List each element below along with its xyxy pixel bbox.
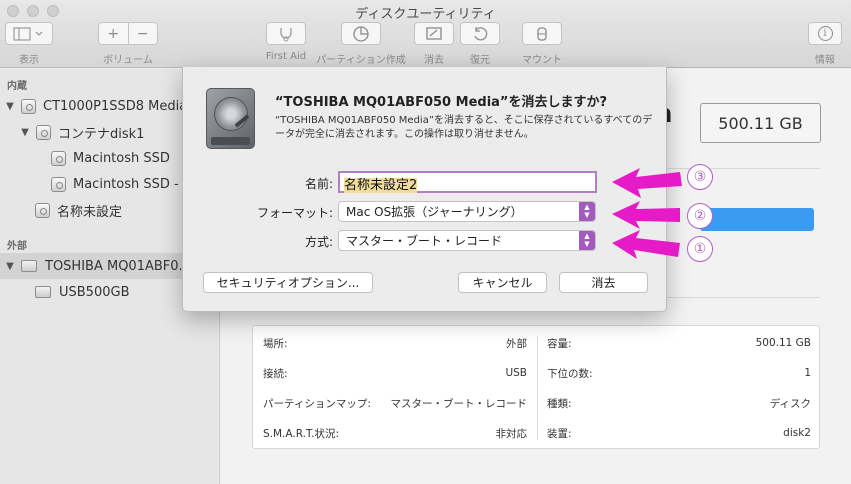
disclosure-triangle-icon[interactable]: ▼	[3, 261, 17, 272]
info-value: マスター・ブート・レコード	[390, 397, 528, 410]
info-key: 装置:	[547, 427, 572, 440]
first-aid-button[interactable]	[266, 22, 306, 45]
info-row: 接続: USB	[263, 358, 527, 388]
internal-section-header: 内蔵	[7, 81, 27, 92]
info-key: 種類:	[547, 397, 572, 410]
sidebar-item-label: CT1000P1SSD8 Media	[43, 98, 188, 114]
volume-button-group: + −	[98, 22, 158, 45]
annotation-number-1: ①	[687, 236, 713, 262]
external-section-header: 外部	[7, 241, 27, 252]
annotation-number-3: ③	[687, 164, 713, 190]
window-title: ディスクユーティリティ	[355, 7, 496, 22]
external-volume-icon	[35, 286, 51, 298]
disclosure-triangle-icon[interactable]: ▼	[18, 127, 32, 138]
add-volume-button[interactable]: +	[99, 26, 128, 42]
dialog-message: “TOSHIBA MQ01ABF050 Media”を消去すると、そこに保存され…	[275, 115, 653, 140]
name-value: 名称未設定2	[344, 178, 418, 193]
partition-label: パーティション作成	[316, 55, 406, 66]
volume-disk-icon	[51, 176, 66, 192]
volume-label: ボリューム	[103, 55, 153, 66]
info-key: S.M.A.R.T.状況:	[263, 427, 340, 440]
cancel-button[interactable]: キャンセル	[458, 272, 547, 293]
capacity-box: 500.11 GB	[700, 103, 821, 143]
restore-arrow-icon	[474, 26, 488, 40]
scheme-label: 方式:	[304, 235, 333, 249]
scheme-select[interactable]: マスター・ブート・レコード ▲ ▼	[338, 230, 596, 251]
info-key: 下位の数:	[547, 367, 593, 380]
sidebar-item-label: TOSHIBA MQ01ABF0...	[45, 258, 191, 274]
disclosure-triangle-icon[interactable]: ▼	[3, 101, 17, 112]
internal-disk-icon	[21, 98, 36, 114]
volume-disk-icon	[35, 202, 50, 218]
info-value: ディスク	[769, 397, 811, 410]
info-key: パーティションマップ:	[263, 397, 371, 410]
sidebar-toggle-icon	[13, 27, 43, 40]
mount-icon	[537, 26, 547, 41]
security-options-button[interactable]: セキュリティオプション...	[203, 272, 373, 293]
view-button[interactable]	[5, 22, 53, 45]
divider	[537, 336, 538, 440]
info-row: 装置: disk2	[547, 418, 811, 448]
mount-label: マウント	[522, 55, 562, 66]
annotation-number-2: ②	[687, 203, 713, 229]
pie-chart-icon	[353, 25, 369, 42]
info-row: パーティションマップ: マスター・ブート・レコード	[263, 388, 527, 418]
scheme-value: マスター・ブート・レコード	[346, 234, 503, 248]
info-value: disk2	[783, 427, 811, 439]
sidebar-item-label: コンテナdisk1	[58, 126, 145, 142]
sidebar-item-label: 名称未設定	[57, 204, 123, 220]
partition-button[interactable]	[341, 22, 381, 45]
info-key: 容量:	[547, 337, 572, 350]
info-key: 接続:	[263, 367, 288, 380]
info-row: 下位の数: 1	[547, 358, 811, 388]
eraser-icon	[426, 26, 442, 40]
sidebar-item-label: Macintosh SSD - D	[73, 176, 193, 192]
info-label: 情報	[815, 55, 835, 66]
info-value: 1	[804, 367, 811, 379]
dialog-title: “TOSHIBA MQ01ABF050 Media”を消去しますか?	[275, 95, 608, 110]
format-label: フォーマット:	[256, 206, 333, 220]
info-key: 場所:	[263, 337, 288, 350]
format-value: Mac OS拡張（ジャーナリング）	[346, 205, 523, 219]
external-disk-icon	[21, 260, 37, 272]
popup-chevron-icon: ▲ ▼	[579, 202, 595, 221]
erase-button[interactable]: 消去	[559, 272, 648, 293]
info-value: USB	[505, 367, 527, 379]
popup-chevron-icon: ▲ ▼	[579, 231, 595, 250]
window-toolbar: ディスクユーティリティ 表示 + − ボリューム First Aid パーティシ…	[0, 0, 851, 68]
info-icon: i	[817, 26, 833, 41]
name-field[interactable]: 名称未設定2	[338, 171, 597, 193]
restore-button[interactable]	[460, 22, 500, 45]
divider	[667, 297, 820, 298]
info-value: 外部	[506, 337, 527, 350]
erase-label: 消去	[424, 55, 444, 66]
format-select[interactable]: Mac OS拡張（ジャーナリング） ▲ ▼	[338, 201, 596, 222]
info-button[interactable]: i	[808, 22, 842, 45]
info-value: 500.11 GB	[755, 337, 811, 349]
container-disk-icon	[36, 124, 51, 140]
disk-info-table: 場所: 外部 接続: USB パーティションマップ: マスター・ブート・レコード…	[252, 325, 820, 449]
info-value: 非対応	[495, 427, 528, 440]
restore-label: 復元	[470, 55, 490, 66]
usage-bar	[700, 208, 814, 231]
erase-dialog: “TOSHIBA MQ01ABF050 Media”を消去しますか? “TOSH…	[182, 67, 667, 312]
hard-drive-icon	[206, 88, 255, 149]
erase-toolbar-button[interactable]	[414, 22, 454, 45]
name-label: 名前:	[304, 177, 333, 191]
volume-disk-icon	[51, 150, 66, 166]
remove-volume-button[interactable]: −	[129, 26, 158, 42]
info-row: 場所: 外部	[263, 328, 527, 358]
sidebar-item-label: Macintosh SSD	[73, 150, 170, 166]
mount-button[interactable]	[522, 22, 562, 45]
info-row: S.M.A.R.T.状況: 非対応	[263, 418, 527, 448]
info-row: 種類: ディスク	[547, 388, 811, 418]
view-label: 表示	[19, 55, 39, 66]
stethoscope-icon	[280, 27, 292, 41]
sidebar-item-label: USB500GB	[59, 284, 130, 300]
first-aid-label: First Aid	[265, 51, 307, 62]
info-row: 容量: 500.11 GB	[547, 328, 811, 358]
